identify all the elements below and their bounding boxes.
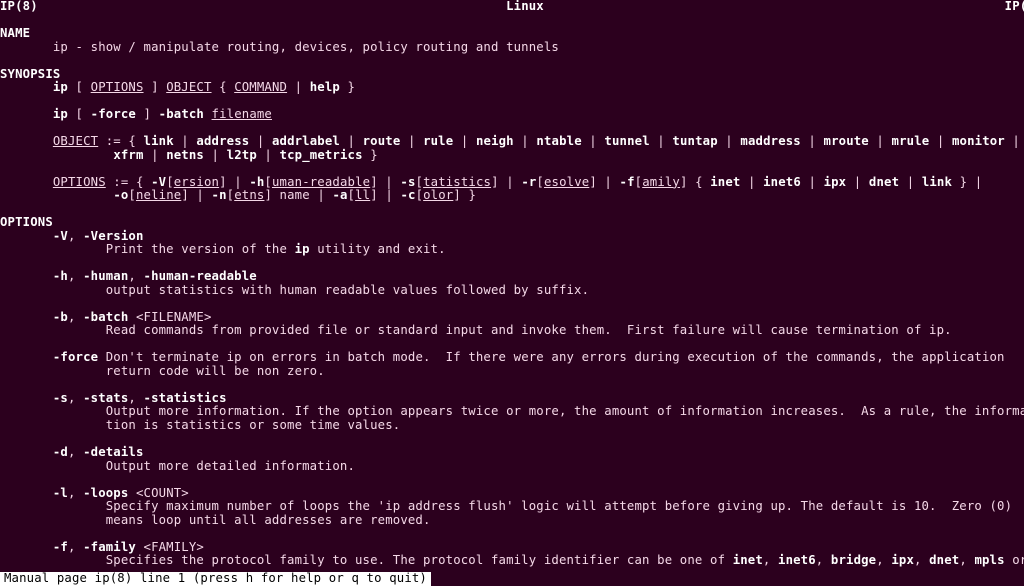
section-synopsis: SYNOPSIS <box>0 67 60 81</box>
section-options: OPTIONS <box>0 215 53 229</box>
header-center: Linux <box>506 0 544 13</box>
header-left: IP(8) <box>0 0 38 13</box>
section-name: NAME <box>0 26 30 40</box>
man-page-content[interactable]: IP(8) Linux IP(8) NAME ip - show / manip… <box>0 0 1024 568</box>
name-body: ip - show / manipulate routing, devices,… <box>0 40 559 54</box>
pager-status-line[interactable]: Manual page ip(8) line 1 (press h for he… <box>0 572 431 586</box>
header-right: IP(8) <box>1005 0 1024 13</box>
